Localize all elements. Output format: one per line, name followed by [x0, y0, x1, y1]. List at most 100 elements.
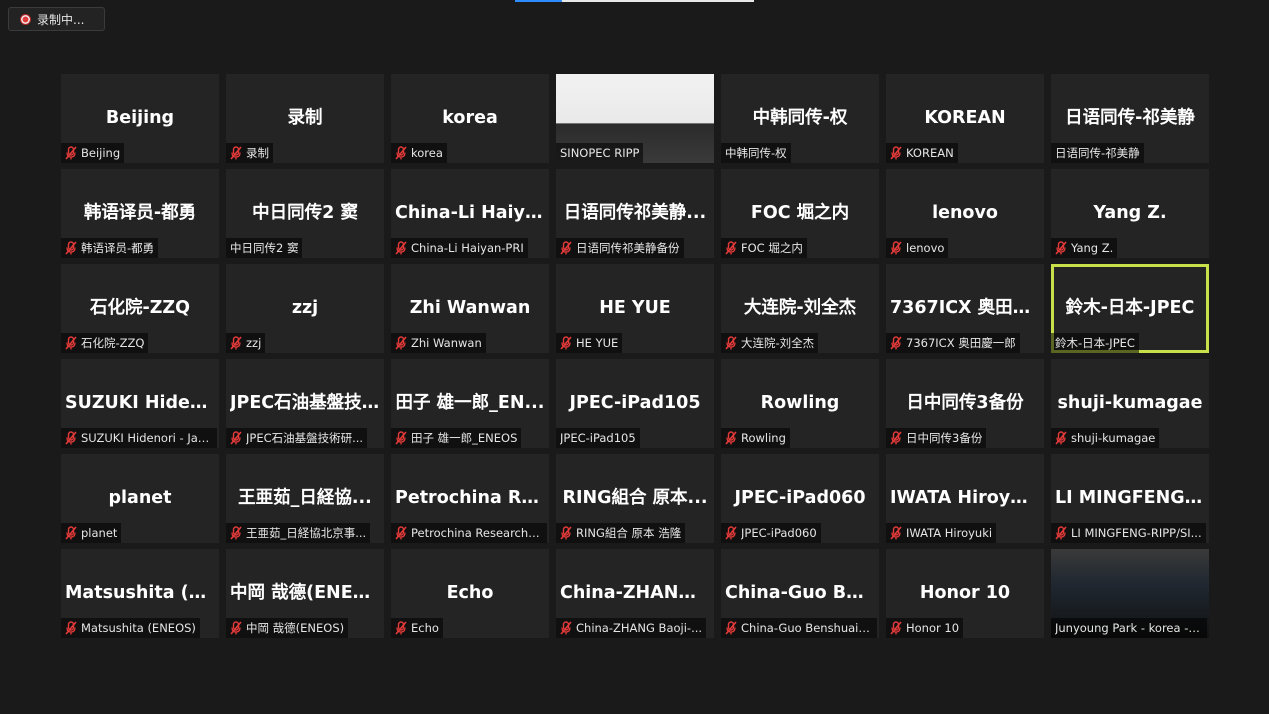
participant-tile[interactable]: 中韩同传-权 中韩同传-权 — [721, 74, 879, 163]
participant-display-name: 田子 雄一郎_EN... — [395, 393, 545, 413]
participant-label: 中日同传2 窦 — [230, 241, 299, 255]
participant-label: KOREAN — [906, 146, 954, 160]
participant-name-tag: 7367ICX 奥田慶一郎 — [886, 333, 1020, 353]
participant-label: planet — [81, 526, 118, 540]
participant-tile[interactable]: Yang Z. Yang Z. — [1051, 169, 1209, 258]
participant-tile[interactable]: 韩语译员-都勇 韩语译员-都勇 — [61, 169, 219, 258]
participant-tile[interactable]: RING組合 原本... RING組合 原本 浩隆 — [556, 454, 714, 543]
participant-tile[interactable]: korea korea — [391, 74, 549, 163]
participant-tile[interactable]: 中日同传2 窦中日同传2 窦 — [226, 169, 384, 258]
participant-tile[interactable]: Petrochina Rese... Petrochina Research In… — [391, 454, 549, 543]
participant-name-tag: LI MINGFENG-RIPP/SI... — [1051, 523, 1206, 543]
participant-tile[interactable]: 王亜茹_日経協... 王亜茹_日経協北京事... — [226, 454, 384, 543]
participant-name-tag: 大连院-刘全杰 — [721, 333, 819, 353]
participant-tile[interactable]: 日中同传3备份 日中同传3备份 — [886, 359, 1044, 448]
mic-muted-icon — [890, 621, 902, 635]
mic-muted-icon — [65, 241, 77, 255]
mic-muted-icon — [1055, 431, 1067, 445]
mic-muted-icon — [560, 621, 572, 635]
participant-name-tag: Zhi Wanwan — [391, 333, 486, 353]
participant-label: 日语同传祁美静备份 — [576, 241, 680, 255]
participant-tile[interactable]: zzj zzj — [226, 264, 384, 353]
participant-tile[interactable]: 7367ICX 奥田慶... 7367ICX 奥田慶一郎 — [886, 264, 1044, 353]
participant-tile[interactable]: Matsushita (EN... Matsushita (ENEOS) — [61, 549, 219, 638]
participant-tile[interactable]: IWATA Hiroyuki IWATA Hiroyuki — [886, 454, 1044, 543]
participant-tile[interactable]: lenovo lenovo — [886, 169, 1044, 258]
participant-tile[interactable]: 日语同传-祁美静 日语同传-祁美静 — [1051, 74, 1209, 163]
participant-label: 日语同传-祁美静 — [1055, 146, 1140, 160]
participant-tile[interactable]: 鈴木-日本-JPEC 鈴木-日本-JPEC — [1051, 264, 1209, 353]
participant-label: LI MINGFENG-RIPP/SI... — [1071, 526, 1202, 540]
mic-muted-icon — [65, 146, 77, 160]
participant-display-name: 日中同传3备份 — [906, 393, 1024, 413]
participant-tile[interactable]: Honor 10 Honor 10 — [886, 549, 1044, 638]
participant-display-name: Honor 10 — [919, 583, 1011, 603]
mic-muted-icon — [65, 526, 77, 540]
participant-label: Echo — [411, 621, 439, 635]
participant-tile[interactable]: 石化院-ZZQ 石化院-ZZQ — [61, 264, 219, 353]
participant-name-tag: Rowling — [721, 428, 790, 448]
participant-tile[interactable]: JPEC石油基盤技... JPEC石油基盤技術研... — [226, 359, 384, 448]
participant-tile[interactable]: Rowling Rowling — [721, 359, 879, 448]
participant-label: China-Guo Benshuai-... — [741, 621, 873, 635]
participant-display-name: 王亜茹_日経協... — [238, 488, 372, 508]
participant-name-tag: lenovo — [886, 238, 949, 258]
participant-tile[interactable]: SINOPEC RIPP — [556, 74, 714, 163]
participant-tile[interactable]: Echo Echo — [391, 549, 549, 638]
participant-label: IWATA Hiroyuki — [906, 526, 993, 540]
participant-label: FOC 堀之内 — [741, 241, 803, 255]
participant-tile[interactable]: China-Guo Bens... China-Guo Benshuai-... — [721, 549, 879, 638]
participant-display-name: SUZUKI Hideno... — [65, 393, 215, 413]
participant-display-name: 录制 — [287, 108, 323, 128]
participant-label: 录制 — [246, 146, 269, 160]
mic-muted-icon — [230, 621, 242, 635]
participant-display-name: Matsushita (EN... — [65, 583, 215, 603]
participant-tile[interactable]: FOC 堀之内 FOC 堀之内 — [721, 169, 879, 258]
participant-label: korea — [411, 146, 443, 160]
share-progress-accent — [515, 0, 562, 2]
participant-label: 田子 雄一郎_ENEOS — [411, 431, 518, 445]
participant-name-tag: China-Li Haiyan-PRI — [391, 238, 528, 258]
participant-tile[interactable]: JPEC-iPad105 JPEC-iPad105 — [556, 359, 714, 448]
participant-label: shuji-kumagae — [1071, 431, 1156, 445]
mic-muted-icon — [890, 526, 902, 540]
mic-muted-icon — [560, 526, 572, 540]
participant-tile[interactable]: 大连院-刘全杰 大连院-刘全杰 — [721, 264, 879, 353]
participant-tile[interactable]: SUZUKI Hideno... SUZUKI Hidenori - Jap... — [61, 359, 219, 448]
mic-muted-icon — [65, 336, 77, 350]
participant-tile[interactable]: China-Li Haiyan... China-Li Haiyan-PRI — [391, 169, 549, 258]
participant-tile[interactable]: Zhi Wanwan Zhi Wanwan — [391, 264, 549, 353]
participant-name-tag: Matsushita (ENEOS) — [61, 618, 200, 638]
participant-tile[interactable]: LI MINGFENG-R... LI MINGFENG-RIPP/SI... — [1051, 454, 1209, 543]
participant-tile[interactable]: HE YUE HE YUE — [556, 264, 714, 353]
participant-tile[interactable]: shuji-kumagae shuji-kumagae — [1051, 359, 1209, 448]
participant-name-tag: 中日同传2 窦 — [226, 238, 303, 258]
participant-tile[interactable]: 日语同传祁美静... 日语同传祁美静备份 — [556, 169, 714, 258]
participant-display-name: 中韩同传-权 — [752, 108, 848, 128]
participant-name-tag: China-Guo Benshuai-... — [721, 618, 877, 638]
participant-display-name: Yang Z. — [1093, 203, 1167, 223]
participant-tile[interactable]: 田子 雄一郎_EN... 田子 雄一郎_ENEOS — [391, 359, 549, 448]
participant-display-name: IWATA Hiroyuki — [890, 488, 1040, 508]
recording-indicator[interactable]: 录制中... — [8, 7, 105, 31]
participant-tile[interactable]: JPEC-iPad060 JPEC-iPad060 — [721, 454, 879, 543]
participant-name-tag: shuji-kumagae — [1051, 428, 1160, 448]
mic-muted-icon — [725, 241, 737, 255]
participant-label: 中岡 哉德(ENEOS) — [246, 621, 345, 635]
mic-muted-icon — [890, 336, 902, 350]
participant-tile[interactable]: KOREAN KOREAN — [886, 74, 1044, 163]
participant-tile[interactable]: planet planet — [61, 454, 219, 543]
participant-tile[interactable]: Junyoung Park - korea - k... — [1051, 549, 1209, 638]
mic-muted-icon — [395, 526, 407, 540]
participant-label: Matsushita (ENEOS) — [81, 621, 196, 635]
participant-tile[interactable]: 中岡 哉德(ENEOS) 中岡 哉德(ENEOS) — [226, 549, 384, 638]
participant-tile[interactable]: Beijing Beijing — [61, 74, 219, 163]
mic-muted-icon — [230, 431, 242, 445]
participant-name-tag: 日语同传祁美静备份 — [556, 238, 684, 258]
recording-label: 录制中... — [37, 12, 85, 27]
participant-tile[interactable]: 录制 录制 — [226, 74, 384, 163]
participant-label: JPEC-iPad105 — [560, 431, 636, 445]
mic-muted-icon — [560, 241, 572, 255]
mic-muted-icon — [560, 336, 572, 350]
participant-tile[interactable]: China-ZHANG... China-ZHANG Baoji-... — [556, 549, 714, 638]
